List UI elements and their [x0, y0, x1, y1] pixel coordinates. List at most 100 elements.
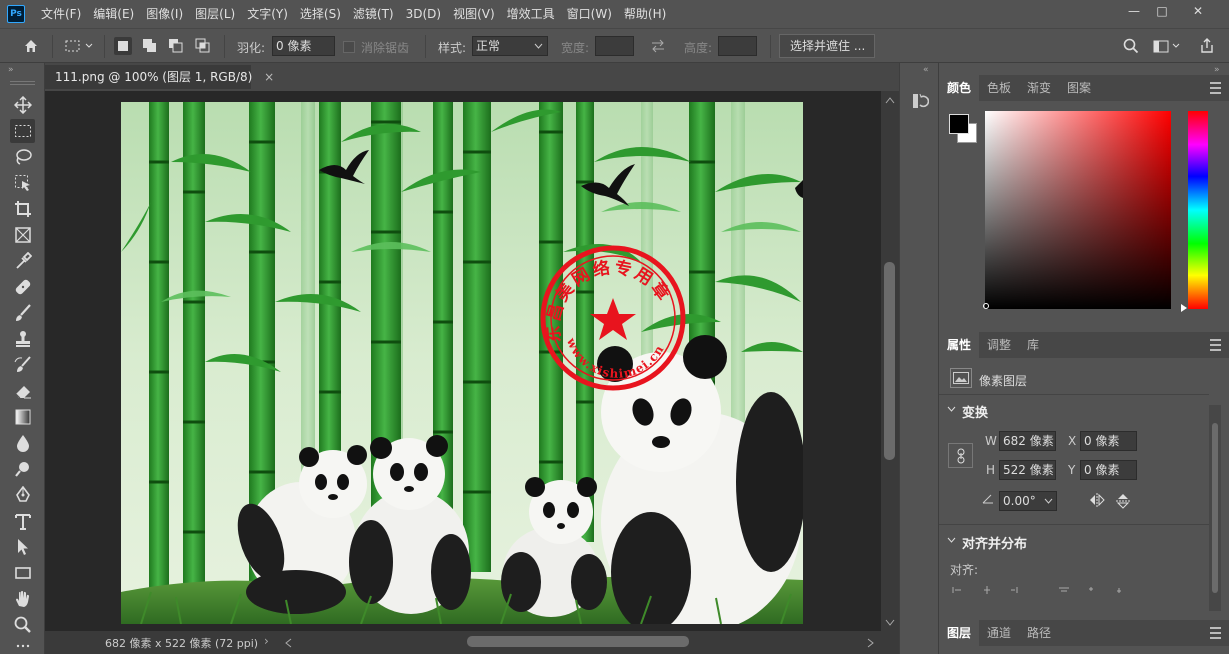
y-field[interactable]: 0 像素 [1080, 460, 1137, 480]
properties-scrollbar[interactable] [1209, 405, 1221, 611]
menu-file[interactable]: 文件(F) [35, 0, 87, 28]
collapse-dock-icon[interactable]: » [1214, 65, 1220, 75]
eraser-tool-icon[interactable] [10, 379, 35, 403]
menu-select[interactable]: 选择(S) [294, 0, 347, 28]
menu-edit[interactable]: 编辑(E) [87, 0, 140, 28]
foreground-color-swatch[interactable] [949, 114, 969, 134]
tab-libraries[interactable]: 库 [1019, 332, 1047, 358]
antialias-label: 消除锯齿 [361, 41, 410, 55]
healing-brush-tool-icon[interactable] [10, 275, 35, 299]
intersect-selection-icon[interactable] [194, 37, 212, 55]
tab-patterns[interactable]: 图案 [1059, 75, 1099, 101]
tab-channels[interactable]: 通道 [979, 620, 1019, 646]
menu-filter[interactable]: 滤镜(T) [347, 0, 400, 28]
close-window-button[interactable]: ✕ [1184, 0, 1212, 22]
search-icon[interactable] [1122, 37, 1140, 55]
color-field[interactable] [985, 111, 1171, 309]
menu-type[interactable]: 文字(Y) [241, 0, 294, 28]
tab-adjustments[interactable]: 调整 [979, 332, 1019, 358]
restore-button[interactable]: □ [1148, 0, 1176, 22]
canvas-image[interactable]: 东昌美网络专用章 www.xishimei.cn [121, 102, 803, 624]
width-field[interactable]: 682 像素 [999, 431, 1056, 451]
crop-tool-icon[interactable] [10, 197, 35, 221]
workspace-icon[interactable] [1152, 37, 1182, 55]
status-menu-arrow[interactable]: › [264, 634, 269, 648]
height-input[interactable] [718, 36, 757, 56]
tab-layers[interactable]: 图层 [939, 620, 980, 646]
more-tools-icon[interactable] [10, 639, 35, 653]
color-panel-menu-icon[interactable] [1210, 82, 1221, 94]
height-label: 高度: [684, 41, 713, 55]
marquee-preset-icon[interactable] [63, 37, 95, 55]
style-select-value: 正常 [476, 39, 501, 53]
clone-stamp-tool-icon[interactable] [10, 327, 35, 351]
menu-view[interactable]: 视图(V) [447, 0, 501, 28]
path-selection-tool-icon[interactable] [10, 535, 35, 559]
menu-plugins[interactable]: 增效工具 [501, 0, 561, 28]
width-input[interactable] [595, 36, 634, 56]
menu-help[interactable]: 帮助(H) [618, 0, 672, 28]
pen-tool-icon[interactable] [10, 483, 35, 507]
document-tab[interactable]: 111.png @ 100% (图层 1, RGB/8) × [45, 65, 274, 89]
menu-layer[interactable]: 图层(L) [189, 0, 241, 28]
eyedropper-tool-icon[interactable] [10, 249, 35, 273]
history-brush-tool-icon[interactable] [10, 353, 35, 377]
horizontal-scroll-thumb[interactable] [467, 636, 689, 647]
rectangle-tool-icon[interactable] [10, 561, 35, 585]
swap-dimensions-icon[interactable] [649, 37, 667, 55]
feather-input[interactable]: 0 像素 [272, 36, 335, 56]
properties-panel-menu-icon[interactable] [1210, 339, 1221, 351]
blur-tool-icon[interactable] [10, 431, 35, 455]
vertical-scroll-thumb[interactable] [884, 262, 895, 460]
gradient-tool-icon[interactable] [10, 405, 35, 429]
tab-color[interactable]: 颜色 [939, 75, 980, 101]
height-field[interactable]: 522 像素 [999, 460, 1056, 480]
expand-panels-icon[interactable]: « [923, 65, 929, 75]
tab-swatches[interactable]: 色板 [979, 75, 1019, 101]
x-field[interactable]: 0 像素 [1080, 431, 1137, 451]
antialias-checkbox[interactable] [343, 41, 355, 53]
add-selection-icon[interactable] [141, 37, 159, 55]
brush-tool-icon[interactable] [10, 301, 35, 325]
style-select[interactable]: 正常 [472, 36, 548, 56]
close-tab-icon[interactable]: × [264, 70, 274, 84]
move-tool-icon[interactable] [10, 93, 35, 117]
align-label: 对齐: [950, 563, 979, 577]
zoom-tool-icon[interactable] [10, 613, 35, 637]
tab-paths[interactable]: 路径 [1019, 620, 1059, 646]
layers-panel-menu-icon[interactable] [1210, 627, 1221, 639]
align-collapse-icon[interactable] [947, 537, 956, 543]
subtract-selection-icon[interactable] [167, 37, 185, 55]
link-dimensions-icon[interactable] [948, 443, 973, 468]
frame-tool-icon[interactable] [10, 223, 35, 247]
hue-slider-marker-icon[interactable] [1180, 303, 1188, 313]
y-label: Y [1068, 463, 1076, 477]
type-tool-icon[interactable] [10, 509, 35, 533]
share-icon[interactable] [1198, 37, 1216, 55]
select-and-mask-button[interactable]: 选择并遮住 ... [779, 34, 875, 58]
hue-slider[interactable] [1188, 111, 1208, 309]
align-buttons-icon[interactable] [951, 585, 1136, 595]
hand-tool-icon[interactable] [10, 587, 35, 611]
minimize-button[interactable]: — [1120, 0, 1148, 22]
menu-3d[interactable]: 3D(D) [400, 0, 447, 28]
new-selection-icon[interactable] [114, 37, 132, 55]
menu-image[interactable]: 图像(I) [140, 0, 189, 28]
home-icon[interactable] [22, 37, 40, 55]
transform-section-title: 变换 [962, 406, 989, 421]
menu-window[interactable]: 窗口(W) [561, 0, 618, 28]
marquee-tool-icon[interactable] [10, 119, 35, 143]
flip-horizontal-icon[interactable] [1088, 492, 1106, 508]
dodge-tool-icon[interactable] [10, 457, 35, 481]
right-panel-dock: » 颜色 色板 渐变 图案 属性 调整 库 像素图层 变换 W 682 像素 X… [939, 63, 1229, 654]
tab-gradients[interactable]: 渐变 [1019, 75, 1059, 101]
history-panel-icon[interactable] [909, 86, 931, 116]
flip-vertical-icon[interactable] [1115, 492, 1131, 510]
angle-field[interactable]: 0.00° [999, 491, 1057, 511]
transform-collapse-icon[interactable] [947, 406, 956, 412]
tab-properties[interactable]: 属性 [939, 332, 980, 358]
collapse-icon[interactable]: » [8, 65, 14, 75]
object-select-tool-icon[interactable] [10, 171, 35, 195]
align-section-title: 对齐并分布 [962, 537, 1028, 552]
lasso-tool-icon[interactable] [10, 145, 35, 169]
